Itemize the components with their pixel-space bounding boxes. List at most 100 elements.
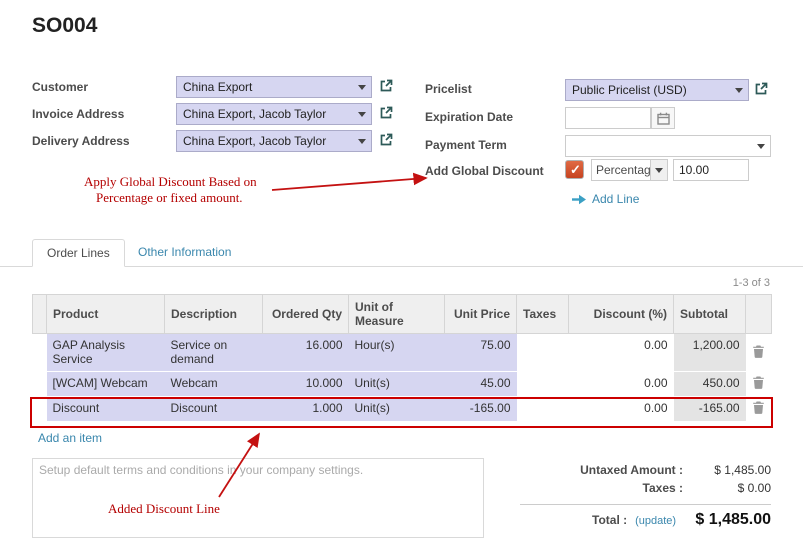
col-unit-of-measure: Unit of Measure (349, 295, 445, 334)
invoice-address-label: Invoice Address (32, 107, 124, 121)
table-row-discount: Discount Discount 1.000 Unit(s) -165.00 … (33, 397, 772, 422)
cell-description[interactable]: Webcam (165, 372, 263, 397)
expiration-date-input[interactable] (565, 107, 651, 129)
row-handle-column-header (33, 295, 47, 334)
arrow-right-icon (572, 194, 587, 205)
col-product: Product (47, 295, 165, 334)
cell-taxes[interactable] (517, 334, 569, 372)
expiration-date-label: Expiration Date (425, 110, 513, 124)
update-total-link[interactable]: (update) (635, 515, 676, 527)
cell-discount[interactable]: 0.00 (569, 334, 674, 372)
col-discount: Discount (%) (569, 295, 674, 334)
row-handle[interactable] (33, 397, 47, 422)
calendar-icon[interactable] (651, 107, 675, 129)
cell-discount[interactable]: 0.00 (569, 397, 674, 422)
customer-external-link-icon[interactable] (378, 78, 394, 94)
tab-other-information[interactable]: Other Information (138, 245, 231, 259)
cell-unit-of-measure[interactable]: Hour(s) (349, 334, 445, 372)
taxes-value: $ 0.00 (683, 481, 771, 495)
discount-type-select[interactable]: Percentage (591, 159, 668, 181)
invoice-address-select[interactable]: China Export, Jacob Taylor (176, 103, 372, 125)
cell-unit-price[interactable]: 45.00 (445, 372, 517, 397)
payment-term-label: Payment Term (425, 138, 507, 152)
annotation-global-discount: Apply Global Discount Based on Percentag… (84, 174, 284, 206)
cell-product[interactable]: Discount (47, 397, 165, 422)
delete-row-icon[interactable] (746, 372, 772, 397)
row-handle[interactable] (33, 372, 47, 397)
cell-taxes[interactable] (517, 372, 569, 397)
order-lines-table: Product Description Ordered Qty Unit of … (32, 294, 772, 422)
totals-divider (520, 504, 771, 505)
table-header-row: Product Description Ordered Qty Unit of … (33, 295, 772, 334)
table-row: GAP Analysis Service Service on demand 1… (33, 334, 772, 372)
pricelist-value: Public Pricelist (USD) (572, 83, 687, 97)
add-line-label: Add Line (592, 192, 639, 206)
cell-description[interactable]: Service on demand (165, 334, 263, 372)
annotation-line1: Apply Global Discount Based on (84, 174, 284, 190)
annotation-line2: Percentage or fixed amount. (96, 190, 284, 206)
col-unit-price: Unit Price (445, 295, 517, 334)
invoice-address-external-link-icon[interactable] (378, 105, 394, 121)
table-row: [WCAM] Webcam Webcam 10.000 Unit(s) 45.0… (33, 372, 772, 397)
discount-type-value: Percentage (591, 159, 651, 181)
cell-discount[interactable]: 0.00 (569, 372, 674, 397)
cell-product[interactable]: [WCAM] Webcam (47, 372, 165, 397)
invoice-address-value: China Export, Jacob Taylor (183, 107, 326, 121)
annotation-discount-line: Added Discount Line (108, 501, 220, 517)
cell-description[interactable]: Discount (165, 397, 263, 422)
terms-conditions-textarea[interactable] (32, 458, 484, 538)
cell-subtotal: 1,200.00 (674, 334, 746, 372)
cell-unit-price[interactable]: 75.00 (445, 334, 517, 372)
cell-ordered-qty[interactable]: 1.000 (263, 397, 349, 422)
pricelist-external-link-icon[interactable] (753, 81, 769, 97)
delivery-address-label: Delivery Address (32, 134, 130, 148)
col-description: Description (165, 295, 263, 334)
cell-subtotal: 450.00 (674, 372, 746, 397)
notebook-tabstrip: Order Lines Other Information (0, 239, 803, 267)
delivery-address-value: China Export, Jacob Taylor (183, 134, 326, 148)
customer-label: Customer (32, 80, 88, 94)
cell-ordered-qty[interactable]: 16.000 (263, 334, 349, 372)
chevron-down-icon (757, 144, 765, 149)
payment-term-select[interactable] (565, 135, 771, 157)
cell-unit-of-measure[interactable]: Unit(s) (349, 397, 445, 422)
add-line-link[interactable]: Add Line (572, 192, 639, 206)
cell-product[interactable]: GAP Analysis Service (47, 334, 165, 372)
totals-section: Untaxed Amount : $ 1,485.00 Taxes : $ 0.… (520, 461, 771, 529)
chevron-down-icon (358, 85, 366, 90)
tab-order-lines[interactable]: Order Lines (32, 239, 125, 267)
chevron-down-icon (358, 112, 366, 117)
cell-unit-price[interactable]: -165.00 (445, 397, 517, 422)
taxes-label: Taxes : (643, 481, 683, 495)
col-ordered-qty: Ordered Qty (263, 295, 349, 334)
cell-taxes[interactable] (517, 397, 569, 422)
pager: 1-3 of 3 (733, 277, 770, 289)
cell-unit-of-measure[interactable]: Unit(s) (349, 372, 445, 397)
pricelist-label: Pricelist (425, 82, 472, 96)
total-label: Total : (592, 513, 627, 527)
sale-order-form: SO004 Customer Invoice Address Delivery … (0, 0, 803, 545)
row-handle[interactable] (33, 334, 47, 372)
delivery-address-select[interactable]: China Export, Jacob Taylor (176, 130, 372, 152)
untaxed-amount-label: Untaxed Amount : (580, 463, 683, 477)
chevron-down-icon (735, 88, 743, 93)
chevron-down-icon (651, 159, 668, 181)
untaxed-amount-value: $ 1,485.00 (683, 463, 771, 477)
delete-row-icon[interactable] (746, 334, 772, 372)
global-discount-label: Add Global Discount (425, 164, 544, 178)
cell-ordered-qty[interactable]: 10.000 (263, 372, 349, 397)
col-subtotal: Subtotal (674, 295, 746, 334)
customer-value: China Export (183, 80, 252, 94)
delete-row-icon[interactable] (746, 397, 772, 422)
col-taxes: Taxes (517, 295, 569, 334)
delivery-address-external-link-icon[interactable] (378, 132, 394, 148)
pricelist-select[interactable]: Public Pricelist (USD) (565, 79, 749, 101)
global-discount-checkbox[interactable] (565, 160, 584, 179)
add-an-item-link[interactable]: Add an item (38, 431, 102, 445)
total-value: $ 1,485.00 (676, 511, 771, 529)
discount-amount-input[interactable] (673, 159, 749, 181)
cell-subtotal: -165.00 (674, 397, 746, 422)
chevron-down-icon (358, 139, 366, 144)
customer-select[interactable]: China Export (176, 76, 372, 98)
col-delete (746, 295, 772, 334)
